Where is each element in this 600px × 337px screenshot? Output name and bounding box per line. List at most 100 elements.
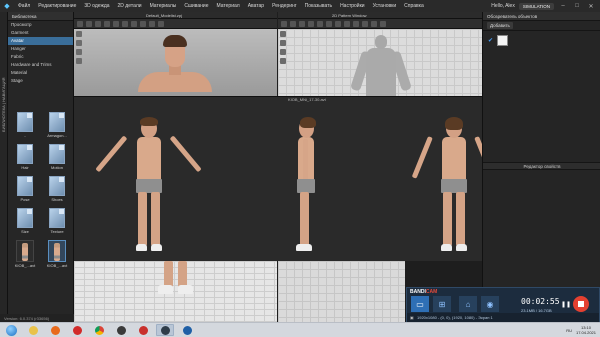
view-tool-icon[interactable] (76, 49, 82, 55)
minimize-icon[interactable]: – (558, 3, 568, 9)
user-name[interactable]: Hello, Alex (491, 3, 515, 9)
fabric-swatch[interactable] (497, 35, 509, 46)
sewing-tool-icon[interactable] (353, 20, 359, 27)
menu-sewing[interactable]: Сшивание (180, 3, 212, 9)
pattern-view-icon[interactable] (280, 40, 286, 46)
start-button[interactable] (0, 323, 22, 337)
language-indicator[interactable]: RU (566, 328, 572, 333)
menu-preferences[interactable]: Установки (369, 3, 401, 9)
dart-tool-icon[interactable] (335, 20, 341, 27)
measure-tool-icon[interactable] (113, 20, 119, 27)
library-tile[interactable]: Texture (43, 208, 71, 234)
webcam-button[interactable]: ◉ (481, 296, 499, 312)
library-row-material[interactable]: Material (8, 69, 73, 77)
checkmark-icon[interactable]: ✔ (488, 37, 493, 44)
library-row-browse[interactable]: Просмотр (8, 21, 73, 29)
taskbar-media[interactable] (46, 324, 64, 336)
menu-render[interactable]: Рендеринг (268, 3, 301, 9)
library-row-garment[interactable]: Garment (8, 29, 73, 37)
grade-tool-icon[interactable] (371, 20, 377, 27)
library-tile[interactable]: Size (11, 208, 39, 234)
circle-tool-icon[interactable] (317, 20, 323, 27)
taskbar-opera[interactable] (68, 324, 86, 336)
texture-tool-icon[interactable] (149, 20, 155, 27)
pattern-view-icon[interactable] (280, 58, 286, 64)
library-tile[interactable]: Pose (11, 176, 39, 202)
menu-help[interactable]: Справка (400, 3, 428, 9)
maximize-icon[interactable]: □ (572, 3, 582, 9)
rectangle-tool-icon[interactable] (308, 20, 314, 27)
object-row[interactable]: ✔ (483, 31, 600, 50)
pattern-view-icon[interactable] (280, 49, 286, 55)
pattern-select-icon[interactable] (281, 20, 287, 27)
menu-display[interactable]: Показывать (301, 3, 336, 9)
fold-tool-icon[interactable] (95, 20, 101, 27)
taskbar-clo3d[interactable] (156, 324, 174, 336)
menu-3d-garment[interactable]: 3D одежда (80, 3, 113, 9)
library-tile[interactable]: Motion (43, 144, 71, 170)
zoom-tool-icon[interactable] (140, 20, 146, 27)
pattern-view-icon[interactable] (280, 31, 286, 37)
menu-materials[interactable]: Материалы (146, 3, 181, 9)
pin-tool-icon[interactable] (104, 20, 110, 27)
record-icon (138, 325, 148, 335)
library-tile-avatar[interactable]: KIOB_...avt (11, 240, 39, 268)
internal-line-icon[interactable] (326, 20, 332, 27)
polygon-tool-icon[interactable] (299, 20, 305, 27)
view-tool-icon[interactable] (76, 40, 82, 46)
pause-icon[interactable]: ❚❚ (561, 301, 571, 308)
taskbar-chrome[interactable] (90, 324, 108, 336)
side-tab-label[interactable]: БИБЛИОТЕКА | НАВИГАЦИЯ (1, 52, 7, 133)
avatar-back-view (411, 115, 482, 260)
library-tile[interactable]: Armagon... (43, 112, 71, 138)
annotation-icon[interactable] (380, 20, 386, 27)
pattern-window[interactable] (278, 29, 482, 96)
taskbar-record-app[interactable] (134, 324, 152, 336)
library-tile[interactable]: Hair (11, 144, 39, 170)
taskbar-bandicam[interactable] (178, 324, 196, 336)
menu-2d-pattern[interactable]: 2D детали (114, 3, 146, 9)
close-icon[interactable]: ✕ (586, 3, 596, 10)
library-tile[interactable]: Shoes (43, 176, 71, 202)
library-row-stage[interactable]: Stage (8, 77, 73, 85)
library-row-hardware[interactable]: Hardware and Trims (8, 61, 73, 69)
menu-file[interactable]: Файл (14, 3, 34, 9)
menu-avatar[interactable]: Аватар (244, 3, 268, 9)
lock-icon[interactable]: ▣ (410, 315, 414, 320)
view-tool-icon[interactable] (76, 31, 82, 37)
viewport-3d-top[interactable] (74, 29, 277, 96)
library-row-avatar[interactable]: Avatar (8, 37, 73, 45)
tile-label: .. (23, 133, 27, 138)
menu-material[interactable]: Материал (213, 3, 244, 9)
view-tool-icon[interactable] (76, 58, 82, 64)
app-logo-icon[interactable]: ◆ (0, 0, 14, 12)
taskbar-explorer[interactable] (24, 324, 42, 336)
fold-line-icon[interactable] (362, 20, 368, 27)
simulation-mode-badge[interactable]: SIMULATION (518, 2, 554, 10)
avatar-viewport-main[interactable]: KIOB_MNi_17-30.avt (74, 96, 482, 261)
game-mode-button[interactable]: ⌂ (459, 296, 477, 312)
library-tile[interactable]: .. (11, 112, 39, 138)
screen-mode-button[interactable]: ▭ (411, 296, 429, 312)
menu-edit[interactable]: Редактирование (34, 3, 80, 9)
clock[interactable]: 13:10 17.04.2021 (576, 325, 596, 335)
move-tool-icon[interactable] (86, 20, 92, 27)
viewport-side-tools (76, 31, 82, 64)
pattern-edit-icon[interactable] (290, 20, 296, 27)
stop-record-button[interactable] (573, 296, 589, 312)
seam-tool-icon[interactable] (344, 20, 350, 27)
tape-tool-icon[interactable] (122, 20, 128, 27)
brush-tool-icon[interactable] (131, 20, 137, 27)
taskbar-app[interactable] (112, 324, 130, 336)
avatar-tool-icon[interactable] (158, 20, 164, 27)
tile-label: Shoes (51, 197, 63, 202)
library-row-fabric[interactable]: Fabric (8, 53, 73, 61)
menu-settings[interactable]: Настройки (336, 3, 369, 9)
viewport-3d-floor[interactable] (74, 261, 277, 322)
library-row-hanger[interactable]: Hanger (8, 45, 73, 53)
add-object-button[interactable]: Добавить (487, 22, 513, 29)
pattern-window-floor[interactable] (278, 261, 405, 322)
library-tile-avatar-selected[interactable]: KIOB_...avt (43, 240, 71, 268)
device-mode-button[interactable]: ⊞ (433, 296, 451, 312)
select-tool-icon[interactable] (77, 20, 83, 27)
